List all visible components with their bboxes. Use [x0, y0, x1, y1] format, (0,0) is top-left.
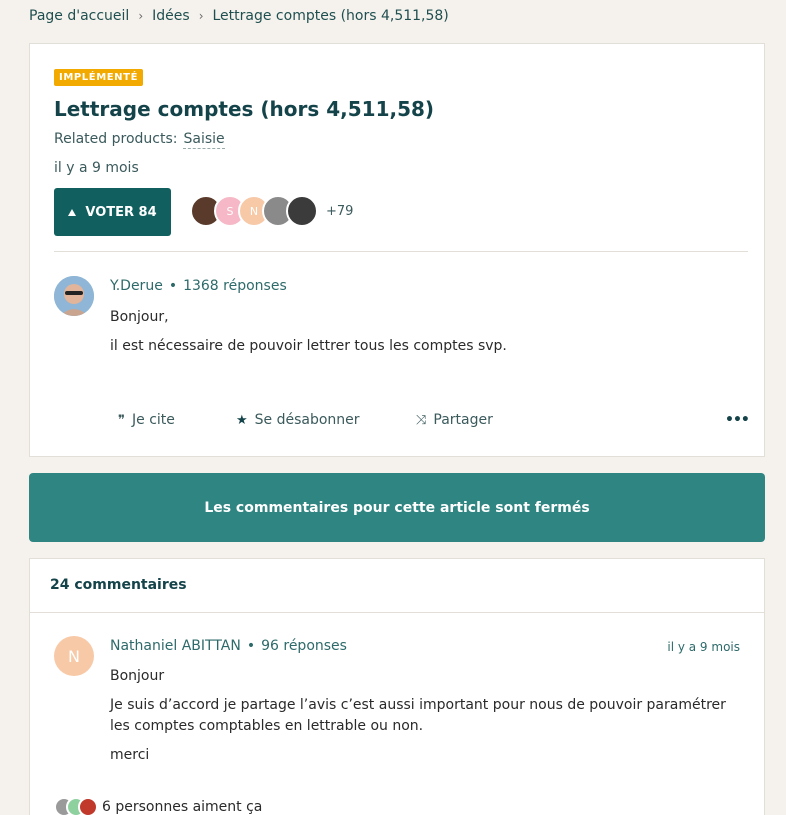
likes-count: 6 personnes aiment ça — [102, 799, 263, 815]
chevron-right-icon: › — [138, 9, 144, 23]
voters-more-count: +79 — [326, 203, 354, 219]
separator-dot: • — [246, 638, 256, 654]
breadcrumb-home[interactable]: Page d'accueil — [29, 8, 129, 24]
article-card: IMPLÉMENTÉ Lettrage comptes (hors 4,511,… — [29, 43, 765, 457]
article-title: Lettrage comptes (hors 4,511,58) — [54, 97, 435, 121]
breadcrumb: Page d'accueil › Idées › Lettrage compte… — [29, 8, 449, 24]
body-paragraph: il est nécessaire de pouvoir lettrer tou… — [110, 338, 507, 354]
related-products: Related products: Saisie — [54, 131, 225, 149]
body-paragraph: Bonjour, — [110, 309, 169, 325]
star-icon: ★ — [236, 412, 248, 428]
share-button[interactable]: ⤨ Partager — [416, 412, 493, 428]
chevron-right-icon: › — [198, 9, 204, 23]
comment-author[interactable]: Nathaniel ABITTAN — [110, 638, 241, 654]
unsubscribe-button[interactable]: ★ Se désabonner — [236, 412, 416, 428]
quote-label: Je cite — [132, 412, 175, 428]
vote-label: VOTER 84 — [85, 204, 157, 220]
unsubscribe-label: Se désabonner — [254, 412, 360, 428]
comments-count: 24 commentaires — [30, 559, 764, 613]
quote-icon: ❞ — [118, 412, 125, 428]
likes-row[interactable]: 6 personnes aiment ça — [54, 797, 262, 815]
comment-author-replies: 96 réponses — [261, 638, 347, 654]
comments-closed-banner: Les commentaires pour cette article sont… — [29, 473, 765, 542]
avatar[interactable] — [54, 276, 94, 316]
vote-button[interactable]: VOTER 84 — [54, 188, 171, 236]
comment-meta: Nathaniel ABITTAN • 96 réponses — [110, 638, 347, 654]
comment-time[interactable]: il y a 9 mois — [667, 640, 740, 654]
breadcrumb-current[interactable]: Lettrage comptes (hors 4,511,58) — [213, 8, 449, 24]
user-photo-icon — [54, 276, 94, 316]
breadcrumb-ideas[interactable]: Idées — [152, 8, 190, 24]
comment-paragraph: Je suis d’accord je partage l’avis c’est… — [110, 697, 726, 734]
related-products-label: Related products: — [54, 131, 178, 147]
shuffle-share-icon: ⤨ — [416, 412, 427, 428]
avatar — [78, 797, 98, 815]
avatar[interactable]: N — [54, 636, 94, 676]
quote-button[interactable]: ❞ Je cite — [118, 412, 236, 428]
avatar — [286, 195, 318, 227]
separator-dot: • — [168, 278, 178, 294]
share-label: Partager — [433, 412, 493, 428]
related-product-link[interactable]: Saisie — [183, 131, 225, 149]
author-replies: 1368 réponses — [183, 278, 287, 294]
article-body: Bonjour, il est nécessaire de pouvoir le… — [110, 307, 507, 365]
comment-paragraph: merci — [110, 747, 150, 763]
status-badge: IMPLÉMENTÉ — [54, 69, 144, 86]
posted-time: il y a 9 mois — [54, 160, 139, 176]
comments-card: 24 commentaires N Nathaniel ABITTAN • 96 r… — [29, 558, 765, 815]
divider — [54, 251, 748, 252]
author-name[interactable]: Y.Derue — [110, 278, 163, 294]
comment-body: Bonjour Je suis d’accord je partage l’av… — [110, 666, 740, 774]
article-actions: ❞ Je cite ★ Se désabonner ⤨ Partager — [118, 412, 493, 428]
author-meta: Y.Derue • 1368 réponses — [110, 278, 287, 294]
comment-paragraph: Bonjour — [110, 668, 165, 684]
more-options-icon[interactable]: ••• — [725, 412, 750, 428]
voter-avatars[interactable]: S N +79 — [190, 195, 353, 227]
arrow-up-icon — [68, 208, 77, 216]
